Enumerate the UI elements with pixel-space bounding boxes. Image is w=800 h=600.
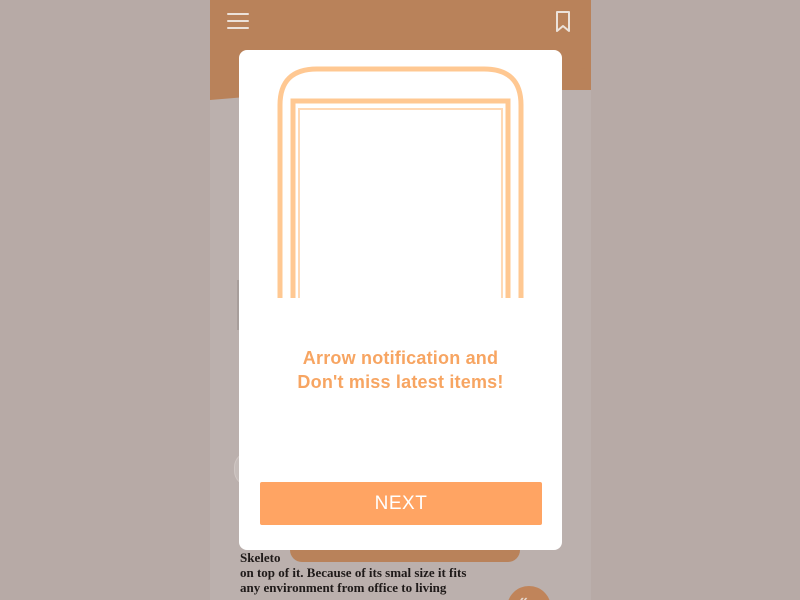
onboarding-modal: Arrow notification and Don't miss latest… — [239, 50, 562, 550]
modal-title: Arrow notification and Don't miss latest… — [239, 346, 562, 394]
modal-title-line: Don't miss latest items! — [297, 372, 504, 392]
next-button[interactable]: NEXT — [260, 482, 542, 525]
phone-outline-icon — [277, 66, 524, 298]
modal-title-line: Arrow notification and — [302, 348, 499, 368]
